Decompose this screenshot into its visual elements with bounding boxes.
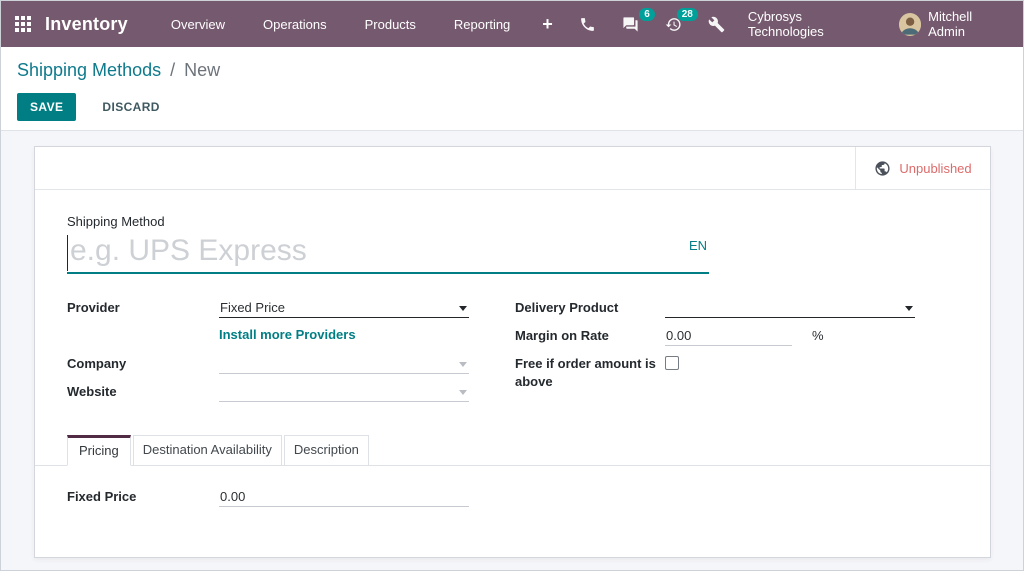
fixed-price-row: Fixed Price [67, 487, 958, 508]
percent-suffix: % [812, 328, 824, 343]
breadcrumb-shipping-methods[interactable]: Shipping Methods [17, 60, 161, 80]
free-over-checkbox[interactable] [665, 356, 679, 370]
phone-icon[interactable] [566, 1, 609, 47]
shipping-method-label: Shipping Method [67, 214, 165, 229]
apps-menu-icon[interactable] [15, 16, 31, 32]
menu-overview[interactable]: Overview [152, 1, 244, 47]
provider-select[interactable]: Fixed Price [219, 298, 469, 318]
notebook-tabs: Pricing Destination Availability Descrip… [35, 435, 990, 466]
shipping-method-input[interactable] [67, 232, 709, 272]
breadcrumb-separator: / [170, 60, 176, 80]
pricing-tab-content: Fixed Price [35, 466, 990, 508]
fixed-price-label: Fixed Price [67, 489, 137, 504]
chevron-down-icon [459, 306, 467, 311]
free-over-row: Free if order amount is above [515, 354, 960, 390]
menu-reporting[interactable]: Reporting [435, 1, 529, 47]
provider-row: Provider Fixed Price [67, 298, 469, 319]
company-row: Company [67, 354, 469, 375]
fixed-price-field [219, 487, 469, 507]
unpublished-label: Unpublished [899, 160, 972, 176]
install-more-providers-link[interactable]: Install more Providers [219, 327, 356, 342]
plus-icon[interactable]: + [529, 1, 566, 47]
margin-on-rate-field [665, 326, 792, 346]
chevron-down-icon [905, 306, 913, 311]
tab-description[interactable]: Description [283, 435, 369, 466]
app-name[interactable]: Inventory [45, 14, 128, 35]
text-cursor [67, 235, 68, 271]
shipping-method-group: Shipping Method EN [67, 214, 709, 274]
control-panel: Shipping Methods / New SAVE DISCARD [1, 47, 1023, 131]
margin-on-rate-input[interactable] [665, 326, 792, 343]
messages-icon[interactable]: 6 [609, 1, 655, 47]
tab-pricing[interactable]: Pricing [67, 435, 131, 466]
save-button[interactable]: SAVE [17, 93, 77, 121]
delivery-product-select[interactable] [665, 298, 915, 318]
button-box: Unpublished [35, 147, 990, 190]
company-select[interactable] [219, 354, 469, 374]
delivery-product-label: Delivery Product [515, 300, 619, 315]
fixed-price-input[interactable] [219, 487, 469, 504]
website-row: Website [67, 382, 469, 403]
margin-on-rate-row: Margin on Rate % [515, 326, 960, 347]
main-menu: Overview Operations Products Reporting [152, 1, 529, 47]
content-area: Unpublished Shipping Method EN Provider [1, 131, 1023, 571]
top-navbar: Inventory Overview Operations Products R… [1, 1, 1023, 47]
free-over-label: Free if order amount is above [515, 356, 656, 389]
globe-icon [875, 160, 890, 176]
unpublished-button[interactable]: Unpublished [855, 147, 990, 189]
menu-operations[interactable]: Operations [244, 1, 346, 47]
chevron-down-icon [459, 362, 467, 367]
tab-destination-availability[interactable]: Destination Availability [132, 435, 282, 466]
discard-button[interactable]: DISCARD [92, 93, 169, 121]
language-tag[interactable]: EN [689, 238, 707, 253]
company-label: Company [67, 356, 127, 371]
left-field-column: Provider Fixed Price Install more Provid… [67, 298, 469, 410]
activities-clock-icon[interactable]: 28 [652, 1, 698, 47]
website-label: Website [67, 384, 117, 399]
breadcrumb: Shipping Methods / New [17, 60, 1007, 81]
form-sheet: Unpublished Shipping Method EN Provider [34, 146, 991, 558]
user-avatar [898, 12, 922, 36]
company-switcher[interactable]: Cybrosys Technologies [748, 9, 877, 39]
provider-label: Provider [67, 300, 120, 315]
user-menu[interactable]: Mitchell Admin [898, 9, 1009, 39]
user-name: Mitchell Admin [928, 9, 973, 39]
website-select[interactable] [219, 382, 469, 402]
margin-on-rate-label: Margin on Rate [515, 328, 609, 343]
menu-products[interactable]: Products [346, 1, 435, 47]
delivery-product-row: Delivery Product [515, 298, 960, 319]
right-field-column: Delivery Product Margin on Rate % [515, 298, 960, 410]
breadcrumb-current: New [184, 60, 221, 80]
wrench-icon[interactable] [695, 1, 738, 47]
chevron-down-icon [459, 390, 467, 395]
